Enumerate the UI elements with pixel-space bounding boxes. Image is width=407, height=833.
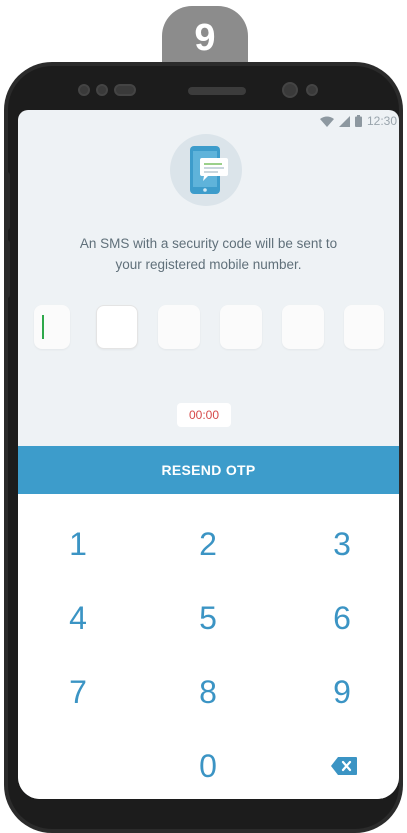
sensor-icon: [96, 84, 108, 96]
key-6[interactable]: 6: [292, 588, 392, 648]
sms-info-message: An SMS with a security code will be sent…: [18, 233, 399, 275]
otp-digit-3[interactable]: [158, 305, 200, 349]
battery-icon: [354, 115, 362, 127]
key-5[interactable]: 5: [158, 588, 258, 648]
wifi-icon: [319, 116, 334, 127]
key-0[interactable]: 0: [158, 736, 258, 796]
sensor-icon: [306, 84, 318, 96]
otp-digit-6[interactable]: [344, 305, 384, 349]
key-7[interactable]: 7: [28, 662, 128, 722]
volume-up-button: [4, 172, 10, 230]
iris-scanner-icon: [114, 84, 136, 96]
otp-digit-5[interactable]: [282, 305, 324, 349]
countdown-timer: 00:00: [177, 403, 231, 427]
key-1[interactable]: 1: [28, 514, 128, 574]
message-line-2: your registered mobile number.: [115, 257, 302, 272]
status-time: 12:30: [366, 114, 397, 128]
otp-input-row: [34, 305, 386, 349]
key-8[interactable]: 8: [158, 662, 258, 722]
earpiece-speaker: [188, 87, 246, 95]
phone-screen: 12:30 An SMS with a security code will b…: [18, 110, 399, 799]
top-bezel: [4, 62, 403, 112]
sensor-icon: [78, 84, 90, 96]
numeric-keypad: 1 2 3 4 5 6 7 8 9 0: [18, 494, 399, 799]
key-3[interactable]: 3: [292, 514, 392, 574]
volume-down-button: [4, 240, 10, 298]
step-number-badge: 9: [162, 6, 248, 70]
text-cursor: [42, 315, 44, 339]
message-line-1: An SMS with a security code will be sent…: [79, 236, 338, 251]
key-9[interactable]: 9: [292, 662, 392, 722]
front-camera-icon: [282, 82, 298, 98]
resend-otp-button[interactable]: RESEND OTP: [18, 446, 399, 494]
otp-digit-4[interactable]: [220, 305, 262, 349]
otp-digit-1[interactable]: [34, 305, 70, 349]
sms-phone-icon: [170, 134, 242, 206]
otp-digit-2[interactable]: [96, 305, 138, 349]
cellular-icon: [338, 115, 350, 127]
status-bar: 12:30: [319, 110, 399, 132]
key-2[interactable]: 2: [158, 514, 258, 574]
key-4[interactable]: 4: [28, 588, 128, 648]
sms-phone-graphic: [190, 146, 228, 194]
phone-frame: 12:30 An SMS with a security code will b…: [4, 62, 403, 833]
step-number: 9: [194, 17, 216, 59]
bottom-bezel: [4, 799, 403, 833]
backspace-icon[interactable]: [330, 756, 358, 776]
